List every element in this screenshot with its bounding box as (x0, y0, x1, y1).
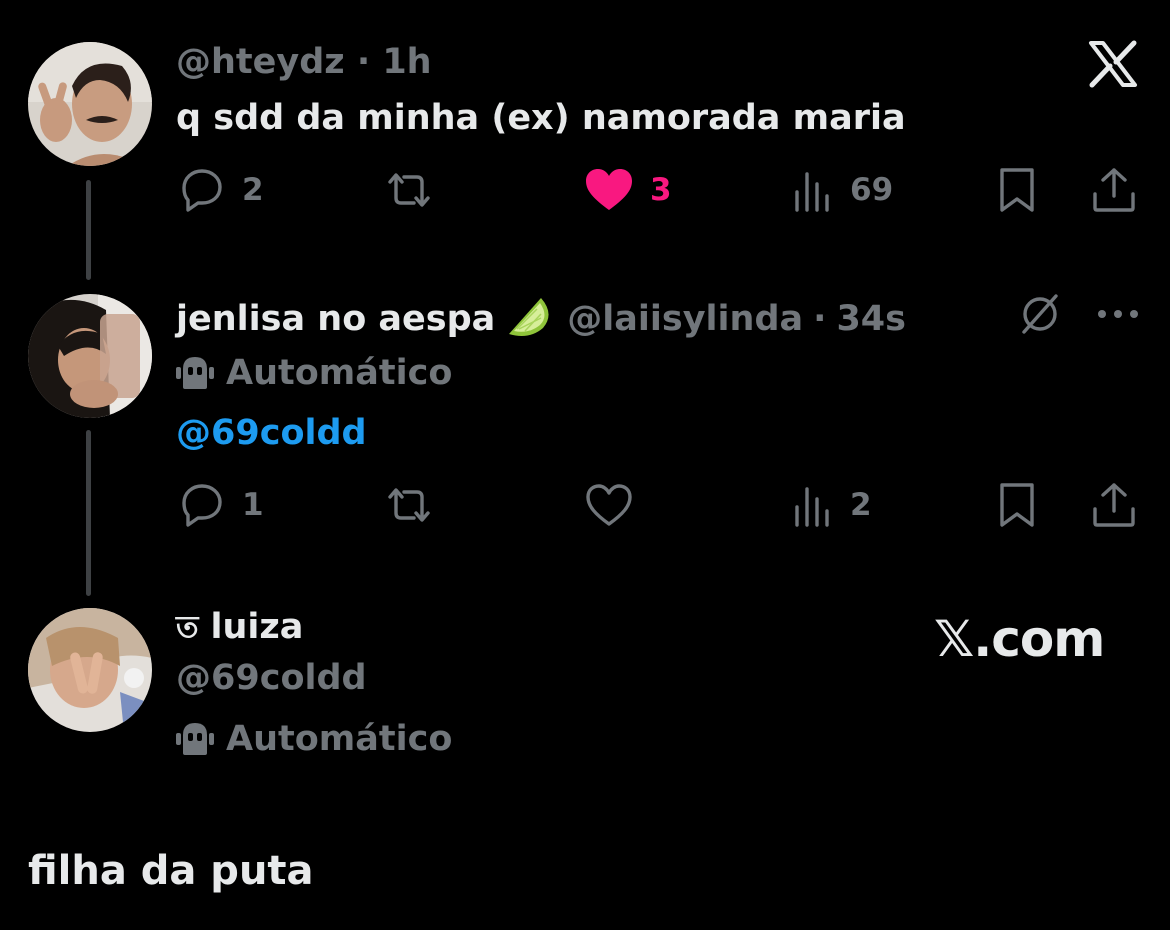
thread-line-1 (86, 180, 91, 280)
profile-automated-text: Automático (226, 718, 453, 759)
repost-icon (384, 166, 434, 214)
tweet2-mention-link[interactable]: @69coldd (176, 416, 367, 451)
lime-emoji-icon (505, 294, 551, 345)
profile-name-line: ত luiza (176, 610, 303, 645)
avatar-laiisylinda[interactable] (28, 294, 152, 418)
tweet2-repost-button[interactable] (384, 480, 434, 530)
profile-symbol: ত (176, 609, 199, 645)
tweet1-separator: · (356, 42, 371, 82)
tweet1-share-button[interactable] (1090, 165, 1138, 215)
share-icon (1090, 166, 1138, 214)
heart-icon (584, 481, 634, 529)
tweet2-reply-button[interactable]: 1 (178, 480, 264, 530)
tweet1-bookmark-button[interactable] (996, 165, 1038, 215)
tweet2-display-name[interactable]: jenlisa no aespa (176, 302, 495, 337)
tweet2-time[interactable]: 34s (836, 302, 906, 337)
tweet1-like-button[interactable]: 3 (584, 165, 672, 215)
repost-icon (384, 481, 434, 529)
tweet2-views-count: 2 (850, 486, 872, 523)
avatar-69coldd[interactable] (28, 608, 152, 732)
profile-handle[interactable]: @69coldd (176, 661, 367, 696)
share-icon (1090, 481, 1138, 529)
thread-line-2 (86, 430, 91, 596)
xcom-watermark: 𝕏.com (934, 610, 1105, 668)
tweet1-views-count: 69 (850, 171, 894, 208)
tweet1-reply-button[interactable]: 2 (178, 165, 264, 215)
tweet2-like-button[interactable] (584, 480, 634, 530)
tweet2-bookmark-button[interactable] (996, 480, 1038, 530)
views-icon (794, 481, 834, 529)
tweet2-reply-count: 1 (242, 486, 264, 523)
reply-icon (178, 166, 226, 214)
tweet1-repost-button[interactable] (384, 165, 434, 215)
views-icon (794, 166, 834, 214)
robot-icon (176, 721, 214, 757)
tweet1-text: q sdd da minha (ex) namorada maria (176, 98, 906, 138)
bookmark-icon (996, 166, 1038, 214)
avatar-hteydz[interactable] (28, 42, 152, 166)
tweet2-handle[interactable]: @laiisylinda (567, 302, 803, 337)
tweet1-handle[interactable]: @hteydz (176, 42, 345, 82)
tweet2-automated-text: Automático (226, 352, 453, 393)
reply-icon (178, 481, 226, 529)
x-logo-icon[interactable] (1088, 40, 1138, 92)
robot-icon (176, 355, 214, 391)
tweet1-like-count: 3 (650, 171, 672, 208)
profile-display-name[interactable]: luiza (211, 610, 304, 645)
tweet2-automated-label: Automático (176, 355, 452, 391)
tweet1-time[interactable]: 1h (382, 42, 431, 82)
tweet1-header: @hteydz · 1h (176, 45, 432, 80)
tweet2-separator: · (813, 299, 827, 339)
no-entry-icon[interactable] (1018, 292, 1062, 340)
tweet1-reply-count: 2 (242, 171, 264, 208)
bookmark-icon (996, 481, 1038, 529)
heart-icon (584, 166, 634, 214)
profile-automated-label: Automático (176, 721, 452, 757)
tweet2-header: jenlisa no aespa @laiisylinda · 34s (176, 294, 906, 345)
more-icon[interactable] (1096, 304, 1140, 328)
caption-text: filha da puta (28, 848, 314, 894)
tweet2-share-button[interactable] (1090, 480, 1138, 530)
tweet1-views-button[interactable]: 69 (794, 165, 893, 215)
tweet2-views-button[interactable]: 2 (794, 480, 872, 530)
